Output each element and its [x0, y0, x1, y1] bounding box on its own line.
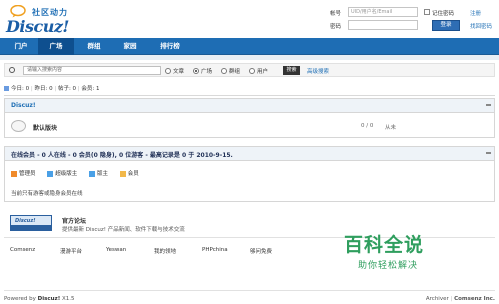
remember-label: 记住密码: [432, 11, 455, 17]
legend-admin: 管理员: [11, 169, 36, 177]
register-link[interactable]: 注册: [470, 9, 481, 17]
stat-yesterday: 昨日: 0: [34, 86, 53, 92]
forum-group-header: Discuz!: [5, 99, 494, 113]
nav-item-ranking[interactable]: 排行榜: [150, 38, 190, 55]
powered-brand-link[interactable]: Discuz!: [38, 296, 61, 302]
admin-icon: [11, 170, 17, 177]
login-button[interactable]: 登录: [432, 20, 460, 31]
main-nav: 门户 广场 群组 家园 排行榜: [0, 38, 499, 55]
legend-member: 会员: [119, 169, 139, 177]
moderator-icon: [89, 170, 96, 177]
search-option-plaza-radio[interactable]: [193, 67, 199, 74]
forum-group: Discuz! 默认版块 0 / 0 从未: [4, 98, 495, 138]
search-icon: [9, 67, 15, 73]
search-bar: 请输入搜索内容 文章 广场 群组 用户 搜索 高级搜索: [4, 63, 495, 77]
official-forum-banner[interactable]: Discuz!: [10, 215, 52, 231]
forum-counts: 0 / 0: [361, 123, 374, 129]
watermark: 百科全说 助你轻松解决: [344, 230, 464, 280]
powered-version: X1.5: [62, 296, 75, 302]
member-icon: [119, 170, 126, 177]
sub-nav-bar: [0, 55, 499, 60]
powered-prefix: Powered by: [4, 296, 36, 302]
footer-powered: Powered by Discuz! X1.5: [4, 296, 75, 302]
search-option-plaza-label: 广场: [201, 69, 213, 75]
password-input[interactable]: [348, 20, 418, 30]
link-gouwen[interactable]: 够问免费: [250, 247, 272, 255]
discuz-logo[interactable]: 社区动力 Discuz!: [4, 3, 76, 36]
site-stats: 今日: 0 | 昨日: 0 | 帖子: 0 | 会员: 1: [4, 84, 100, 92]
search-option-user-radio[interactable]: [249, 67, 255, 74]
link-manyou[interactable]: 漫游平台: [60, 247, 82, 255]
login-box: 帐号 UID/用户名/Email 记住密码 注册 密码 登录 找回密码: [328, 6, 498, 36]
search-option-article-label: 文章: [173, 69, 185, 75]
remember-checkbox[interactable]: [424, 9, 430, 15]
advanced-search-link[interactable]: 高级搜索: [307, 67, 329, 75]
official-forum-title[interactable]: 官方论坛: [62, 216, 86, 225]
search-button[interactable]: 搜索: [283, 66, 300, 75]
company-link[interactable]: Comsenz Inc.: [454, 296, 495, 302]
banner-stripe: [11, 225, 51, 230]
stats-icon: [4, 86, 9, 91]
legend-admin-label: 管理员: [19, 171, 36, 177]
link-comsenz[interactable]: Comsenz: [10, 247, 35, 253]
password-label: 密码: [330, 24, 342, 30]
online-members: 在线会员 - 0 人在线 - 0 会员(0 隐身), 0 位游客 - 最高记录是…: [4, 146, 495, 202]
footer-divider: [4, 290, 495, 291]
legend-moderator: 版主: [89, 169, 108, 177]
nav-item-plaza[interactable]: 广场: [38, 38, 74, 55]
official-forum-description: 提供最新 Discuz! 产品新闻、软件下载与技术交流: [62, 227, 185, 233]
watermark-title: 百科全说: [344, 234, 425, 256]
watermark-subtitle: 助你轻松解决: [358, 261, 419, 271]
collapse-icon[interactable]: [486, 152, 491, 154]
search-option-group-radio[interactable]: [221, 67, 227, 74]
forum-group-title[interactable]: Discuz!: [11, 102, 36, 109]
legend-member-label: 会员: [127, 171, 139, 177]
banner-text: Discuz!: [15, 218, 36, 224]
divider: [4, 95, 495, 96]
stat-members: 会员: 1: [81, 86, 100, 92]
link-phpchina[interactable]: PHPchina: [202, 247, 228, 253]
stat-today: 今日: 0: [11, 86, 30, 92]
nav-item-home[interactable]: 家园: [114, 38, 146, 55]
archiver-link[interactable]: Archiver: [426, 296, 449, 302]
forum-name-link[interactable]: 默认版块: [33, 123, 57, 132]
logo-word: Discuz!: [6, 17, 69, 36]
footer-right: Archiver | Comsenz Inc.: [425, 296, 495, 302]
legend-moderator-label: 版主: [97, 171, 109, 177]
online-title: 在线会员 - 0 人在线 - 0 会员(0 隐身), 0 位游客 - 最高记录是…: [11, 152, 233, 159]
forum-last-post: 从未: [385, 125, 397, 131]
legend-super-moderator-label: 超级版主: [55, 171, 78, 177]
stat-posts: 帖子: 0: [57, 86, 77, 92]
search-option-article-radio[interactable]: [165, 67, 171, 74]
search-option-group-label: 群组: [229, 69, 241, 75]
nav-item-portal[interactable]: 门户: [6, 38, 36, 55]
super-moderator-icon: [47, 170, 54, 177]
account-input[interactable]: UID/用户名/Email: [348, 7, 418, 17]
online-note: 当前只有游客或隐身会员在线: [11, 191, 83, 197]
nav-item-groups[interactable]: 群组: [78, 38, 110, 55]
collapse-icon[interactable]: [486, 104, 491, 106]
account-label: 帐号: [330, 11, 342, 17]
online-legend: 管理员 超级版主 版主 会员: [11, 169, 149, 177]
link-my-territory[interactable]: 我的领地: [154, 247, 176, 255]
forgot-password-link[interactable]: 找回密码: [470, 22, 492, 30]
forum-icon: [11, 120, 26, 132]
link-yeswan[interactable]: Yeswan: [106, 247, 126, 253]
legend-super-moderator: 超级版主: [47, 169, 77, 177]
search-input[interactable]: 请输入搜索内容: [23, 66, 161, 75]
online-header: 在线会员 - 0 人在线 - 0 会员(0 隐身), 0 位游客 - 最高记录是…: [5, 147, 494, 161]
header: 社区动力 Discuz! 帐号 UID/用户名/Email 记住密码 注册 密码…: [0, 0, 499, 38]
search-option-user-label: 用户: [257, 69, 269, 75]
